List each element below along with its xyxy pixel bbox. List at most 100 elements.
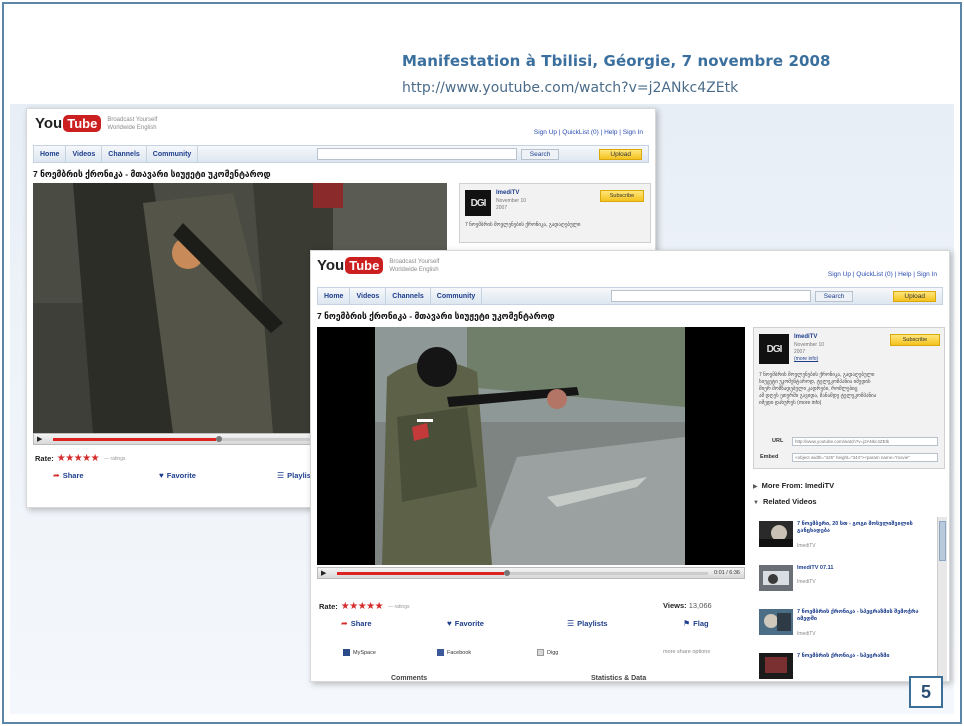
search-input[interactable] — [610, 290, 811, 302]
url-field[interactable]: http://www.youtube.com/watch?v=j2ANkc4ZE… — [792, 437, 938, 446]
channel-count: 2007 — [496, 205, 508, 211]
related-thumbnail[interactable] — [759, 653, 793, 679]
playlists-button[interactable]: ☰ Playlists — [567, 619, 608, 628]
progress-fill — [53, 437, 216, 441]
search-button[interactable]: Search — [814, 290, 854, 302]
page-number: 5 — [909, 676, 943, 708]
channel-more-link[interactable]: (more info) — [794, 356, 818, 363]
facebook-share[interactable]: Facebook — [437, 649, 471, 656]
search-input[interactable] — [316, 148, 517, 160]
progress-knob[interactable] — [215, 435, 222, 442]
play-icon[interactable]: ▶ — [37, 435, 47, 443]
related-thumbnail[interactable] — [759, 609, 793, 635]
channel-avatar[interactable]: DGI — [465, 190, 491, 216]
scrollbar-thumb[interactable] — [939, 521, 946, 561]
related-title[interactable]: 7 ნოემბრის ქრონიკა - სპეცრაზმის შემოჭრა … — [797, 609, 927, 623]
rating-row: Rate: ★★★★★ — ratings — [35, 453, 126, 464]
more-share-label: more share options — [663, 649, 711, 655]
tab-home[interactable]: Home — [318, 288, 351, 304]
play-icon[interactable]: ▶ — [321, 569, 331, 577]
tab-community[interactable]: Community — [147, 146, 199, 162]
channel-name[interactable]: ImediTV — [496, 190, 519, 196]
views-label: Views: — [663, 601, 687, 610]
progress-knob[interactable] — [503, 569, 510, 576]
share-icon: ➦ — [53, 471, 60, 480]
favorite-label: Favorite — [454, 619, 484, 628]
embed-field[interactable]: <object width="425" height="344"><param … — [792, 453, 938, 462]
embed-label: Embed — [760, 454, 779, 460]
favorite-label: Favorite — [166, 471, 196, 480]
comments-header[interactable]: Comments — [391, 675, 427, 681]
subscribe-button[interactable]: Subscribe — [890, 334, 940, 346]
upload-button[interactable]: Upload — [599, 148, 642, 160]
star-rating[interactable]: ★★★★★ — [57, 453, 100, 464]
region-line1: Broadcast Yourself — [107, 116, 158, 123]
channel-avatar[interactable]: DGI — [759, 334, 789, 364]
top-links[interactable]: Sign Up | QuickList (0) | Help | Sign In — [828, 271, 937, 278]
nav-bar: Home Videos Channels Community Search Up… — [33, 145, 649, 163]
search-button[interactable]: Search — [520, 148, 560, 160]
video-title: 7 ნოემბრის ქრონიკა - მთავარი სიუჟეტი უკო… — [33, 169, 271, 179]
share-icon: ➦ — [341, 619, 348, 628]
related-video-item[interactable]: 7 ნოემბერი, 20 სთ - გოგი მოსულიშვილის გა… — [759, 521, 939, 557]
related-thumbnail[interactable] — [759, 565, 793, 591]
video-controls[interactable]: ▶ 0:01 / 6:36 — [317, 567, 745, 579]
tab-home[interactable]: Home — [34, 146, 67, 162]
description-line: სიუჟეტი უკომენტაროდ, ტელეკომპანია იმედის — [759, 379, 871, 385]
related-video-item[interactable]: 7 ნოემბრის ქრონიკა - სპეცრაზმის შემოჭრა … — [759, 609, 939, 645]
channel-name[interactable]: ImediTV — [794, 334, 817, 340]
logo-tube: Tube — [63, 115, 102, 132]
youtube-logo[interactable]: You Tube Broadcast Yourself Worldwide En… — [35, 115, 157, 132]
top-links[interactable]: Sign Up | QuickList (0) | Help | Sign In — [534, 129, 643, 136]
tab-channels[interactable]: Channels — [386, 288, 431, 304]
video-player[interactable] — [317, 327, 745, 565]
tab-channels[interactable]: Channels — [102, 146, 147, 162]
more-share-options[interactable]: more share options — [663, 649, 710, 655]
flag-button[interactable]: ⚑ Flag — [683, 619, 709, 628]
related-videos-label: Related Videos — [762, 497, 817, 506]
related-video-item[interactable]: ImediTV 07.11 ImediTV — [759, 565, 939, 601]
related-meta: ImediTV — [797, 631, 816, 637]
triangle-icon: ▼ — [753, 500, 759, 506]
statistics-header[interactable]: Statistics & Data — [591, 675, 646, 681]
video-title: 7 ნოემბრის ქრონიკა - მთავარი სიუჟეტი უკო… — [317, 311, 555, 321]
digg-share[interactable]: Digg — [537, 649, 558, 656]
related-title[interactable]: ImediTV 07.11 — [797, 565, 927, 572]
upload-button[interactable]: Upload — [893, 290, 936, 302]
related-scrollbar[interactable] — [937, 517, 947, 681]
region-line2: Worldwide English — [389, 266, 439, 273]
myspace-share[interactable]: MySpace — [343, 649, 376, 656]
logo-you: You — [317, 257, 345, 274]
share-button[interactable]: ➦ Share — [341, 619, 372, 628]
channel-box: DGI ImediTV November 10 2007 Subscribe 7… — [459, 183, 651, 243]
slide-url[interactable]: http://www.youtube.com/watch?v=j2ANkc4ZE… — [402, 80, 738, 96]
related-videos-header[interactable]: ▼ Related Videos — [753, 497, 817, 506]
tab-videos[interactable]: Videos — [66, 146, 103, 162]
youtube-logo[interactable]: You Tube Broadcast Yourself Worldwide En… — [317, 257, 439, 274]
digg-label: Digg — [547, 649, 559, 656]
tab-videos[interactable]: Videos — [350, 288, 387, 304]
subscribe-button[interactable]: Subscribe — [600, 190, 644, 202]
share-label: Share — [62, 471, 84, 480]
more-from-header[interactable]: ▶ More From: ImediTV — [753, 481, 834, 490]
tab-community[interactable]: Community — [431, 288, 483, 304]
time-display: 0:01 / 6:36 — [714, 570, 740, 576]
star-rating[interactable]: ★★★★★ — [341, 601, 384, 612]
rate-label: Rate: — [319, 602, 338, 611]
myspace-label: MySpace — [353, 649, 376, 656]
favorite-button[interactable]: ♥ Favorite — [159, 471, 196, 480]
flag-icon: ⚑ — [683, 619, 691, 628]
favorite-button[interactable]: ♥ Favorite — [447, 619, 484, 628]
views-counter: Views: 13,066 — [663, 601, 712, 610]
slide: Manifestation à Tbilisi, Géorgie, 7 nove… — [2, 2, 962, 724]
region-line2: Worldwide English — [107, 124, 157, 131]
nav-bar: Home Videos Channels Community Search Up… — [317, 287, 943, 305]
share-button[interactable]: ➦ Share — [53, 471, 84, 480]
related-thumbnail[interactable] — [759, 521, 793, 547]
related-title[interactable]: 7 ნოემბერი, 20 სთ - გოგი მოსულიშვილის გა… — [797, 521, 927, 535]
rating-row: Rate: ★★★★★ — ratings — [319, 601, 410, 612]
progress-bar[interactable] — [337, 569, 708, 576]
related-title[interactable]: 7 ნოემბრის ქრონიკა - სპეცრაზმი — [797, 653, 927, 660]
description-line: იმედი დახურეს (more info) — [759, 400, 822, 406]
description-line: 7 ნოემბრის მოვლენების ქრონიკა, გადაღებულ… — [465, 222, 581, 228]
